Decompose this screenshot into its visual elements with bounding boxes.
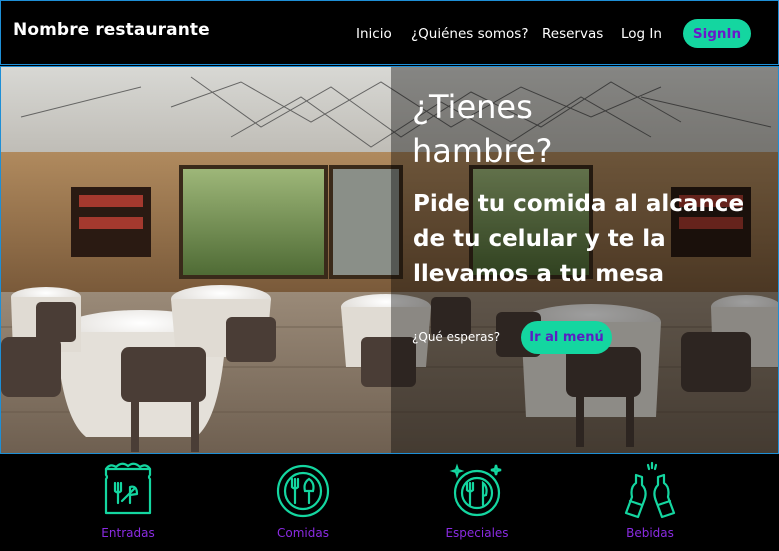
hero-subtitle: Pide tu comida al alcance de tu celular … (413, 191, 745, 287)
hero-title: ¿Tienes hambre? (412, 88, 553, 170)
category-bar: Entradas Comidas Especiales Bebidas (0, 455, 779, 551)
category-especiales[interactable]: Especiales (417, 455, 537, 551)
beer-bottles-icon (624, 461, 676, 519)
category-label-entradas: Entradas (101, 526, 155, 540)
hero-question: ¿Qué esperas? (412, 330, 501, 344)
nav-link-quienes-somos[interactable]: ¿Quiénes somos? (411, 26, 529, 42)
menu-board-icon (104, 462, 152, 515)
navbar: Nombre restaurante Inicio ¿Quiénes somos… (0, 0, 779, 65)
signin-button[interactable]: SignIn (683, 19, 751, 48)
plate-cutlery-icon (276, 464, 330, 518)
nav-link-inicio[interactable]: Inicio (356, 26, 392, 42)
nav-link-login[interactable]: Log In (621, 26, 662, 42)
category-entradas[interactable]: Entradas (68, 455, 188, 551)
category-label-comidas: Comidas (277, 526, 329, 540)
category-bebidas[interactable]: Bebidas (590, 455, 710, 551)
special-plate-icon (449, 463, 502, 517)
category-comidas[interactable]: Comidas (243, 455, 363, 551)
hero-banner: ¿Tienes hambre? Pide tu comida al alcanc… (0, 66, 779, 454)
menu-button[interactable]: Ir al menú (521, 321, 612, 354)
nav-link-reservas[interactable]: Reservas (542, 26, 603, 42)
category-label-especiales: Especiales (445, 526, 509, 540)
brand-name[interactable]: Nombre restaurante (13, 20, 210, 40)
category-label-bebidas: Bebidas (626, 526, 674, 540)
